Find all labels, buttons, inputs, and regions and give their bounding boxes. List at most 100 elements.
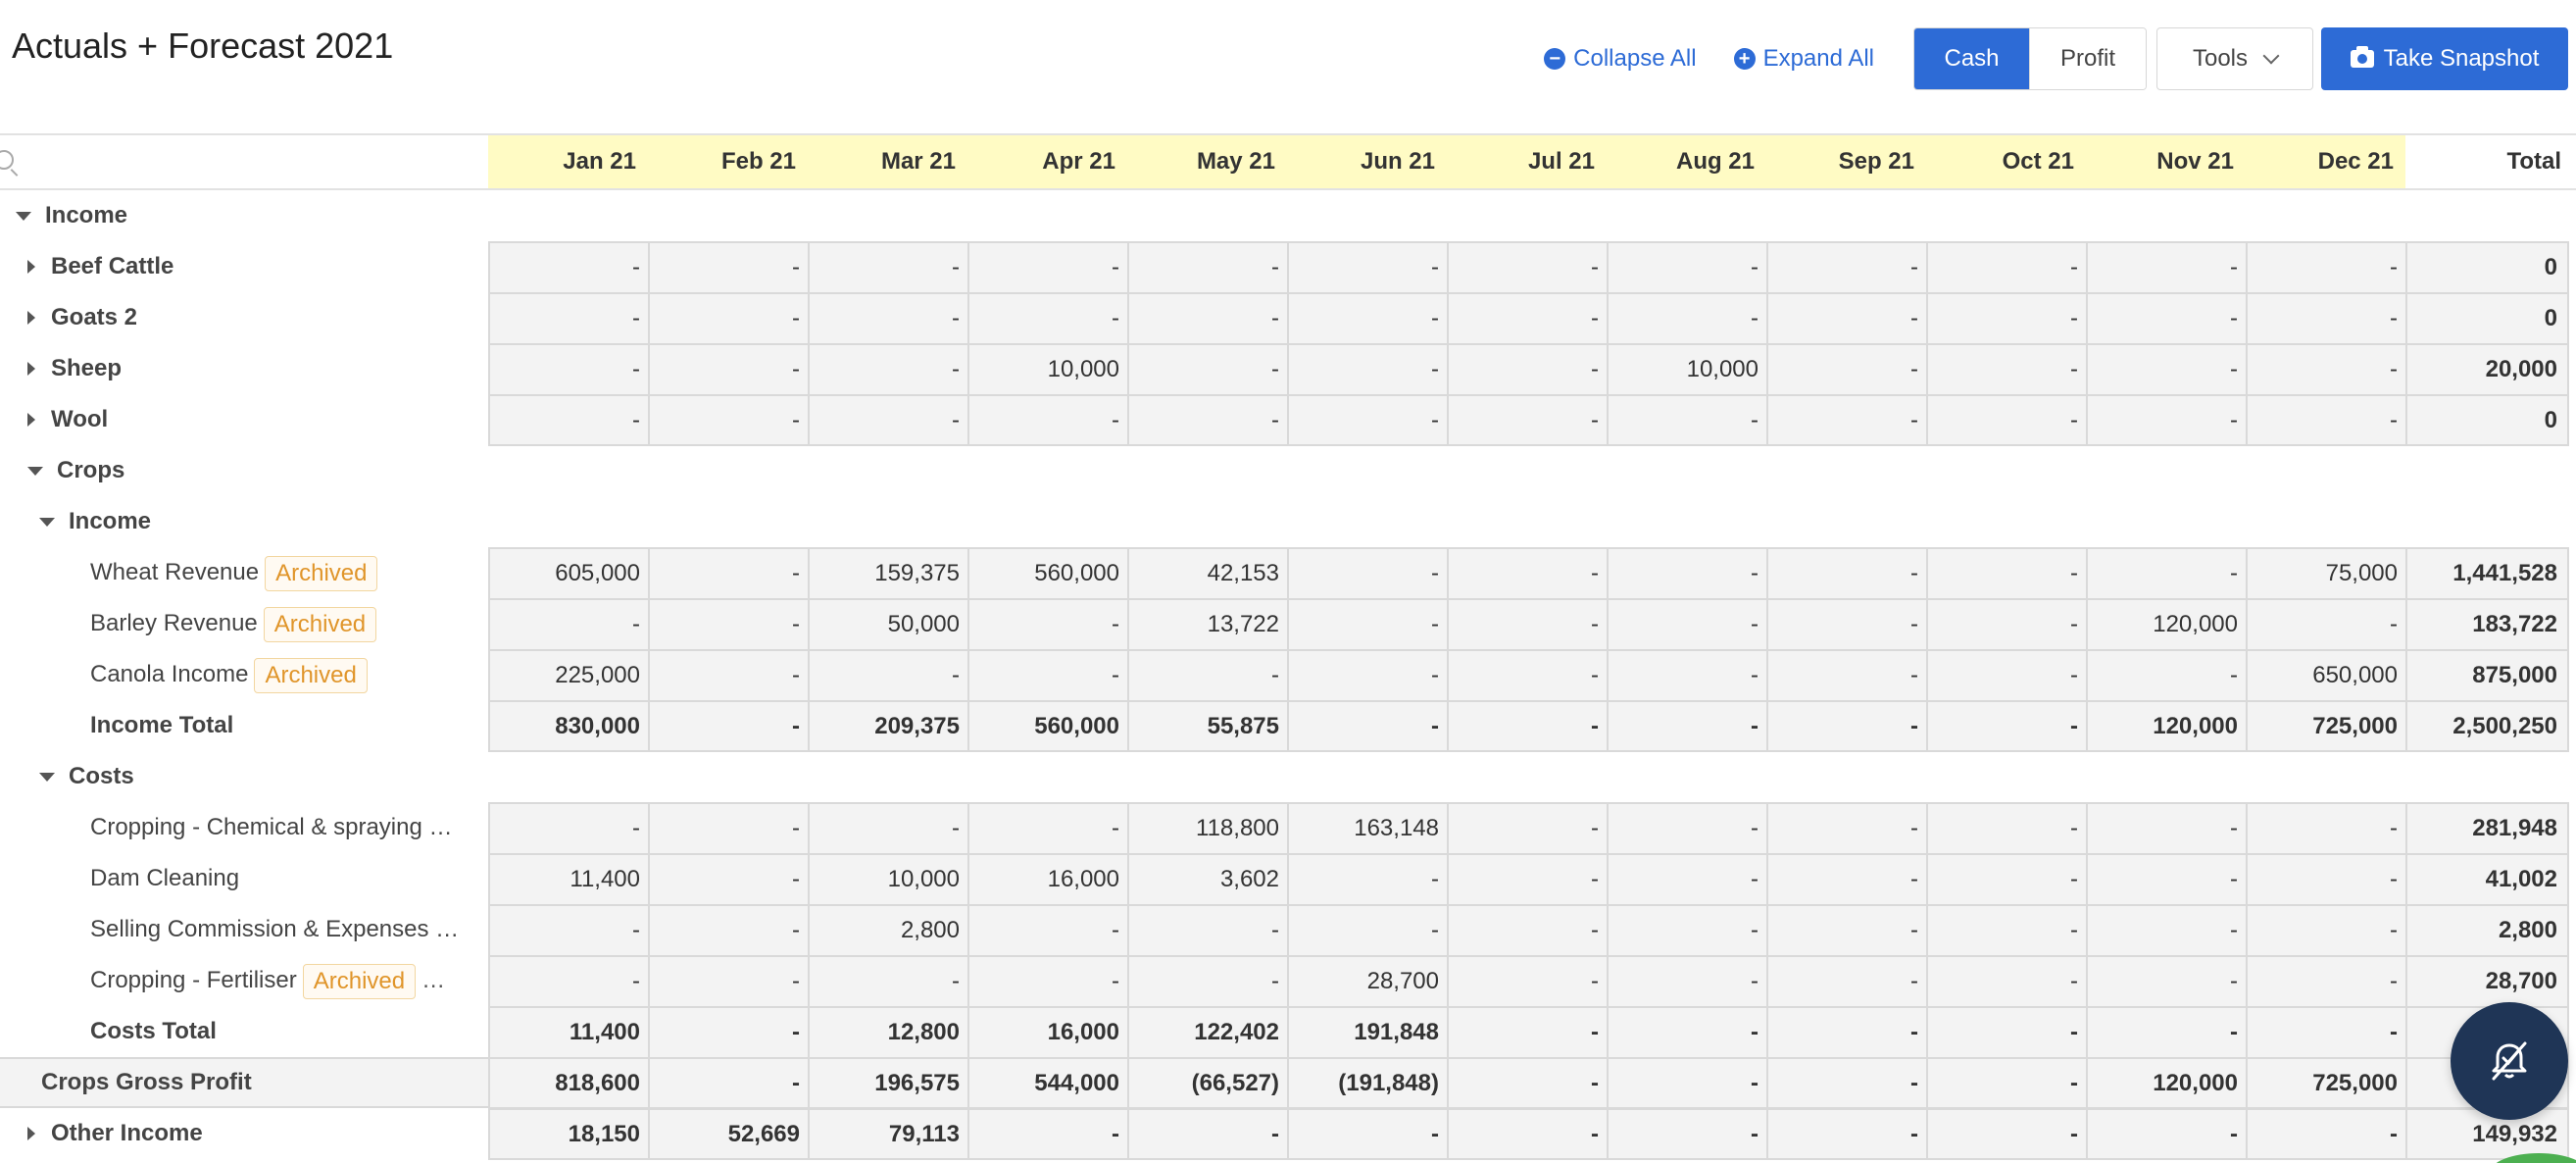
value-cell[interactable]: 650,000 xyxy=(2248,651,2407,700)
value-cell[interactable]: - xyxy=(2248,243,2407,292)
value-cell[interactable]: - xyxy=(1768,804,1928,853)
value-cell[interactable]: - xyxy=(2088,1008,2248,1057)
value-cell[interactable]: 560,000 xyxy=(969,549,1129,598)
value-cell[interactable]: - xyxy=(490,600,650,649)
caret-right-icon[interactable] xyxy=(27,311,35,325)
value-cell[interactable]: - xyxy=(969,600,1129,649)
value-cell[interactable]: - xyxy=(1449,243,1609,292)
value-cell[interactable]: 50,000 xyxy=(810,600,969,649)
value-cell[interactable]: - xyxy=(2088,345,2248,394)
value-cell[interactable]: - xyxy=(1768,396,1928,445)
value-cell[interactable]: - xyxy=(1609,600,1768,649)
value-cell[interactable]: 725,000 xyxy=(2248,702,2407,751)
value-cell[interactable]: 10,000 xyxy=(969,345,1129,394)
value-cell[interactable]: - xyxy=(1768,651,1928,700)
value-cell[interactable]: - xyxy=(969,651,1129,700)
value-cell[interactable]: - xyxy=(1609,702,1768,751)
value-cell[interactable]: - xyxy=(1928,294,2088,343)
value-cell[interactable]: - xyxy=(650,1059,810,1108)
value-cell[interactable]: 830,000 xyxy=(490,702,650,751)
value-cell[interactable]: - xyxy=(1449,549,1609,598)
value-cell[interactable]: - xyxy=(1129,345,1289,394)
value-cell[interactable]: 725,000 xyxy=(2248,1059,2407,1108)
value-cell[interactable]: - xyxy=(1449,651,1609,700)
value-cell[interactable]: - xyxy=(1289,702,1449,751)
value-cell[interactable]: - xyxy=(490,243,650,292)
value-cell[interactable]: - xyxy=(1129,396,1289,445)
value-cell[interactable]: - xyxy=(1928,855,2088,904)
value-cell[interactable]: - xyxy=(1449,1008,1609,1057)
value-cell[interactable]: - xyxy=(2248,1008,2407,1057)
value-cell[interactable]: - xyxy=(2088,957,2248,1006)
value-cell[interactable]: - xyxy=(650,600,810,649)
value-cell[interactable]: - xyxy=(1129,906,1289,955)
value-cell[interactable]: - xyxy=(1129,651,1289,700)
value-cell[interactable]: - xyxy=(810,345,969,394)
value-cell[interactable]: - xyxy=(1768,1110,1928,1159)
value-cell[interactable]: 13,722 xyxy=(1129,600,1289,649)
tools-dropdown[interactable]: Tools xyxy=(2156,27,2313,90)
value-cell[interactable]: (191,848) xyxy=(1289,1059,1449,1108)
value-cell[interactable]: - xyxy=(1449,345,1609,394)
value-cell[interactable]: - xyxy=(1768,855,1928,904)
value-cell[interactable]: - xyxy=(1609,1059,1768,1108)
value-cell[interactable]: 28,700 xyxy=(1289,957,1449,1006)
value-cell[interactable]: - xyxy=(1449,957,1609,1006)
value-cell[interactable]: - xyxy=(2248,957,2407,1006)
value-cell[interactable]: - xyxy=(1609,957,1768,1006)
value-cell[interactable]: - xyxy=(1768,1059,1928,1108)
value-cell[interactable]: - xyxy=(1928,549,2088,598)
value-cell[interactable]: - xyxy=(650,294,810,343)
value-cell[interactable]: 3,602 xyxy=(1129,855,1289,904)
value-cell[interactable]: - xyxy=(2248,345,2407,394)
value-cell[interactable]: - xyxy=(2088,243,2248,292)
value-cell[interactable]: 2,800 xyxy=(810,906,969,955)
value-cell[interactable]: 605,000 xyxy=(490,549,650,598)
value-cell[interactable]: 16,000 xyxy=(969,1008,1129,1057)
value-cell[interactable]: - xyxy=(1289,294,1449,343)
value-cell[interactable]: - xyxy=(810,294,969,343)
value-cell[interactable]: - xyxy=(969,1110,1129,1159)
value-cell[interactable]: 159,375 xyxy=(810,549,969,598)
value-cell[interactable]: 11,400 xyxy=(490,1008,650,1057)
value-cell[interactable]: - xyxy=(1609,396,1768,445)
value-cell[interactable]: - xyxy=(1129,294,1289,343)
value-cell[interactable]: 75,000 xyxy=(2248,549,2407,598)
caret-right-icon[interactable] xyxy=(27,413,35,427)
section-row[interactable]: Income xyxy=(0,190,2576,241)
value-cell[interactable]: 191,848 xyxy=(1289,1008,1449,1057)
value-cell[interactable]: 163,148 xyxy=(1289,804,1449,853)
value-cell[interactable]: - xyxy=(1928,1008,2088,1057)
value-cell[interactable]: - xyxy=(1449,702,1609,751)
value-cell[interactable]: - xyxy=(650,855,810,904)
value-cell[interactable]: - xyxy=(1768,906,1928,955)
value-cell[interactable]: - xyxy=(1768,600,1928,649)
value-cell[interactable]: - xyxy=(490,906,650,955)
value-cell[interactable]: - xyxy=(969,804,1129,853)
value-cell[interactable]: - xyxy=(1768,243,1928,292)
value-cell[interactable]: - xyxy=(2248,1110,2407,1159)
value-cell[interactable]: - xyxy=(650,906,810,955)
value-cell[interactable]: 818,600 xyxy=(490,1059,650,1108)
value-cell[interactable]: - xyxy=(1609,906,1768,955)
value-cell[interactable]: 209,375 xyxy=(810,702,969,751)
value-cell[interactable]: - xyxy=(1289,651,1449,700)
notification-fab[interactable] xyxy=(2451,1002,2568,1120)
value-cell[interactable]: - xyxy=(650,804,810,853)
value-cell[interactable]: - xyxy=(969,957,1129,1006)
table-row[interactable]: Goats 2------------0 xyxy=(0,292,2576,343)
value-cell[interactable]: - xyxy=(1129,957,1289,1006)
value-cell[interactable]: - xyxy=(1928,345,2088,394)
value-cell[interactable]: - xyxy=(2088,396,2248,445)
value-cell[interactable]: - xyxy=(1449,1059,1609,1108)
value-cell[interactable]: (66,527) xyxy=(1129,1059,1289,1108)
profit-button[interactable]: Profit xyxy=(2029,28,2146,89)
caret-right-icon[interactable] xyxy=(27,260,35,274)
expand-all-button[interactable]: + Expand All xyxy=(1733,45,1874,73)
table-row[interactable]: Wool - - - - - - - - - - - -0 xyxy=(0,394,2576,446)
value-cell[interactable]: - xyxy=(1129,1110,1289,1159)
value-cell[interactable]: - xyxy=(1449,906,1609,955)
value-cell[interactable]: - xyxy=(650,549,810,598)
value-cell[interactable]: - xyxy=(1928,702,2088,751)
value-cell[interactable]: - xyxy=(1928,651,2088,700)
